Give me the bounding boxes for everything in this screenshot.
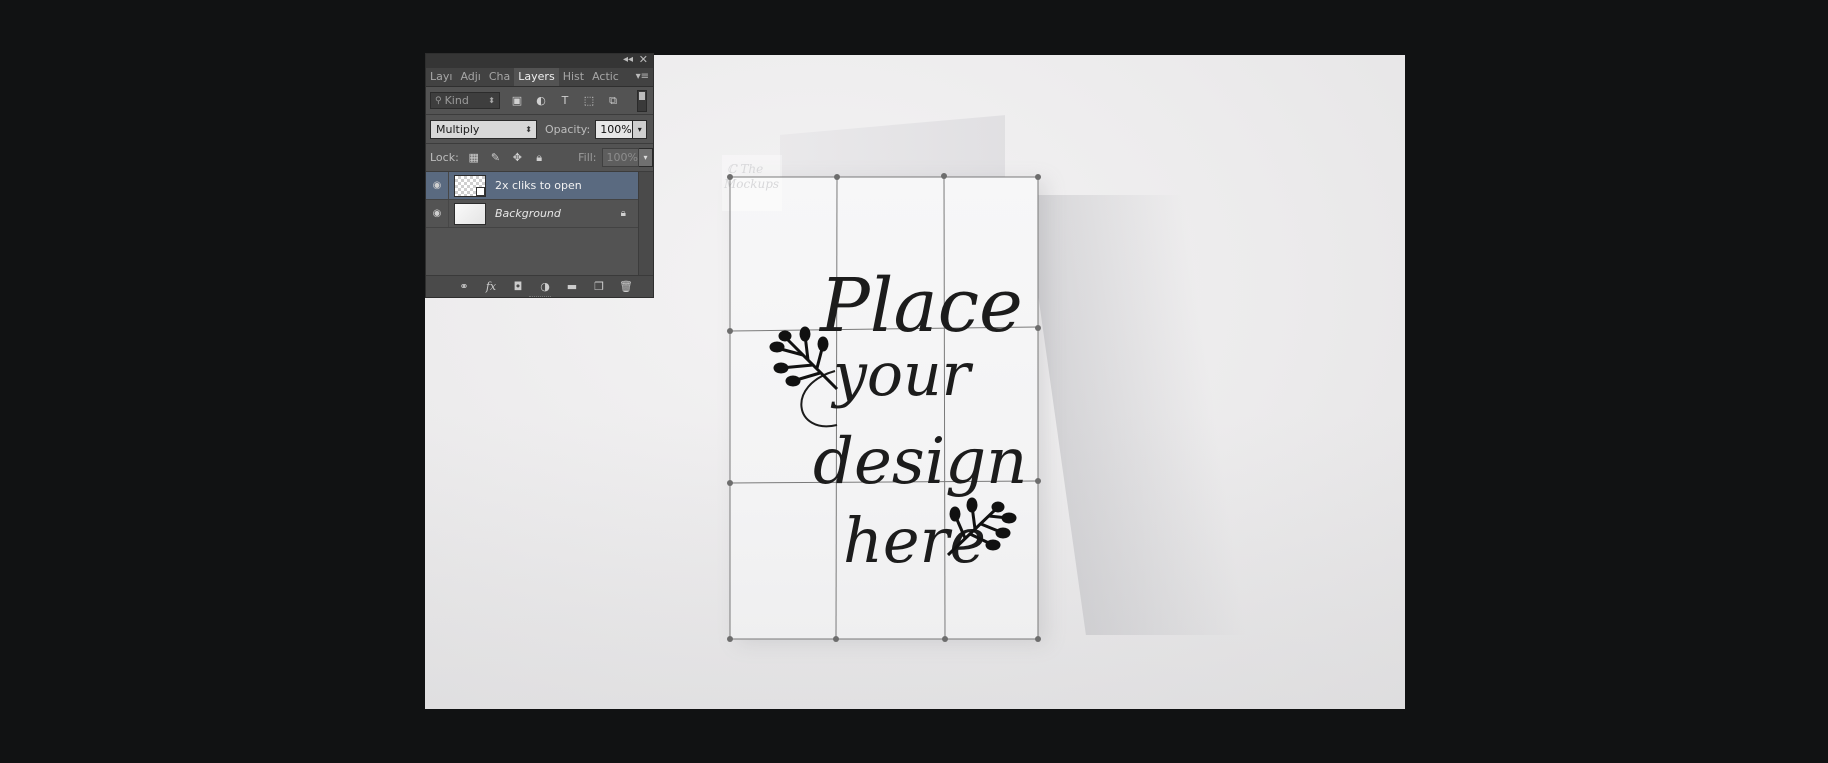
lock-position-icon[interactable]: ✥	[510, 151, 524, 165]
type-filter-icon[interactable]: T	[558, 94, 572, 108]
tab-layer-comps[interactable]: Layı	[426, 68, 456, 86]
handle-top-mid-1[interactable]	[834, 174, 840, 180]
group-folder-icon[interactable]: ▬	[565, 280, 579, 294]
chevron-down-icon: ▾	[637, 124, 642, 134]
design-word-3: design	[813, 425, 1027, 499]
collapse-panel-icon[interactable]: ◂◂	[623, 54, 633, 65]
handle-left-2[interactable]	[727, 480, 733, 486]
search-icon: ⚲	[435, 95, 442, 106]
layer-name[interactable]: 2x cliks to open	[495, 179, 582, 192]
layer-thumbnail	[454, 202, 486, 225]
layer-mask-icon[interactable]: ◘	[511, 280, 525, 294]
handle-right-1[interactable]	[1035, 325, 1041, 331]
handle-top-left[interactable]	[727, 174, 733, 180]
layers-list: ◉ 2x cliks to open ◉ Background 🔒︎	[426, 172, 653, 280]
tab-channels[interactable]: Cha	[485, 68, 514, 86]
tab-history[interactable]: Hist	[559, 68, 588, 86]
lock-label: Lock:	[430, 151, 459, 164]
adjustment-layer-icon[interactable]: ◑	[538, 280, 552, 294]
fill-dropdown-button[interactable]: ▾	[639, 148, 653, 167]
trash-icon[interactable]: 🗑︎	[619, 280, 633, 294]
fill-input[interactable]: 100%	[601, 148, 640, 167]
shape-filter-icon[interactable]: ⬚	[582, 94, 596, 108]
filter-kind-select[interactable]: ⚲ Kind ⬍	[430, 92, 500, 109]
eye-icon[interactable]: ◉	[426, 200, 449, 227]
design-word-1: Place	[818, 263, 1023, 349]
new-layer-icon[interactable]: ❐	[592, 280, 606, 294]
lock-all-icon[interactable]: 🔒︎	[532, 151, 546, 165]
fx-icon[interactable]: fx	[484, 280, 498, 294]
opacity-label: Opacity:	[545, 122, 591, 136]
lock-transparent-icon[interactable]: ▦	[467, 151, 481, 165]
watermark-line-1: ℂ The	[727, 162, 763, 176]
blend-row: Multiply ⬍ Opacity: 100% ▾	[426, 115, 653, 144]
tab-layers[interactable]: Layers	[514, 68, 559, 86]
smart-object-badge-icon	[476, 186, 485, 196]
filter-row: ⚲ Kind ⬍ ▣ ◐ T ⬚ ⧉	[426, 87, 653, 115]
design-word-2: your	[830, 340, 974, 410]
layers-panel: ◂◂ ✕ Layı Adjı Cha Layers Hist Actic ▾≡ …	[425, 53, 654, 298]
image-filter-icon[interactable]: ▣	[510, 94, 524, 108]
tab-actions[interactable]: Actic	[588, 68, 623, 86]
smart-object-filter-icon[interactable]: ⧉	[606, 94, 620, 108]
panel-bottom-bar: ⚭ fx ◘ ◑ ▬ ❐ 🗑︎	[426, 275, 653, 297]
layer-row-background[interactable]: ◉ Background 🔒︎	[426, 200, 640, 228]
handle-bottom-left[interactable]	[727, 636, 733, 642]
filter-toggle-switch[interactable]	[637, 90, 647, 112]
panel-title-bar[interactable]: ◂◂ ✕	[426, 53, 653, 68]
chevron-updown-icon: ⬍	[525, 124, 532, 134]
handle-bottom-mid-2[interactable]	[942, 636, 948, 642]
panel-tabs: Layı Adjı Cha Layers Hist Actic ▾≡	[426, 68, 653, 87]
chevron-updown-icon: ⬍	[488, 96, 495, 105]
opacity-dropdown-button[interactable]: ▾	[633, 119, 648, 139]
handle-left-1[interactable]	[727, 328, 733, 334]
lock-row: Lock: ▦ ✎ ✥ 🔒︎ Fill: 100% ▾	[426, 144, 653, 172]
handle-top-right[interactable]	[1035, 174, 1041, 180]
lock-image-icon[interactable]: ✎	[489, 151, 503, 165]
opacity-input[interactable]: 100%	[595, 119, 634, 139]
layer-name[interactable]: Background	[495, 207, 561, 220]
handle-top-mid-2[interactable]	[941, 173, 947, 179]
flourish-curve	[800, 370, 838, 428]
layer-thumbnail	[454, 174, 486, 197]
fill-label: Fill:	[578, 151, 597, 164]
adjustment-filter-icon[interactable]: ◐	[534, 94, 548, 108]
link-layers-icon[interactable]: ⚭	[457, 280, 471, 294]
handle-bottom-right[interactable]	[1035, 636, 1041, 642]
handle-bottom-mid-1[interactable]	[833, 636, 839, 642]
handle-right-2[interactable]	[1035, 478, 1041, 484]
close-icon[interactable]: ✕	[639, 53, 648, 66]
tab-adjustments[interactable]: Adjı	[456, 68, 484, 86]
blend-mode-select[interactable]: Multiply ⬍	[430, 119, 537, 139]
chevron-down-icon: ▾	[643, 153, 648, 162]
blend-mode-value: Multiply	[436, 122, 480, 136]
filter-kind-label: Kind	[444, 94, 469, 107]
panel-resize-grip[interactable]	[529, 296, 551, 300]
panel-menu-icon[interactable]: ▾≡	[636, 68, 649, 86]
layers-scrollbar[interactable]	[638, 172, 653, 280]
lock-icon: 🔒︎	[620, 208, 626, 219]
layer-row-smart-object[interactable]: ◉ 2x cliks to open	[426, 172, 640, 200]
eye-icon[interactable]: ◉	[426, 172, 449, 199]
